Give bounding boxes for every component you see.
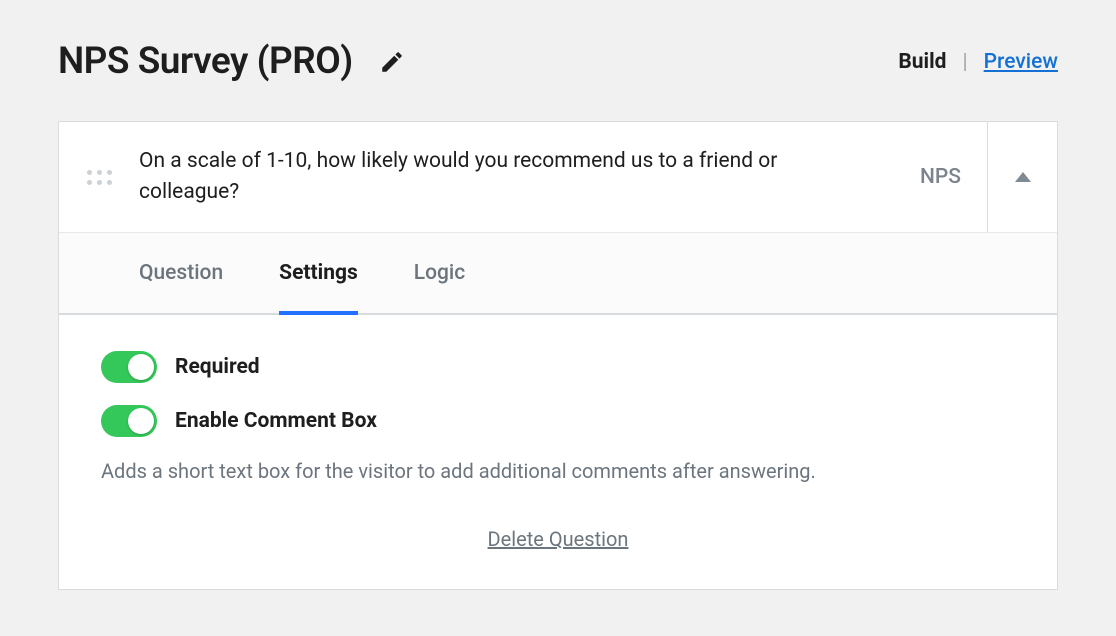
settings-panel: Required Enable Comment Box Adds a short… <box>59 315 1057 589</box>
question-header-row: On a scale of 1-10, how likely would you… <box>59 122 1057 232</box>
mode-build[interactable]: Build <box>898 50 946 74</box>
tab-question[interactable]: Question <box>139 233 223 315</box>
required-toggle[interactable] <box>101 351 157 383</box>
question-tabs: Question Settings Logic <box>59 232 1057 315</box>
page-header: NPS Survey (PRO) Build | Preview <box>58 40 1058 83</box>
required-row: Required <box>101 351 1015 383</box>
title-wrap: NPS Survey (PRO) <box>58 40 405 83</box>
tab-logic[interactable]: Logic <box>414 233 465 315</box>
drag-handle[interactable] <box>59 122 139 232</box>
required-label: Required <box>175 355 260 379</box>
drag-icon <box>87 170 112 185</box>
comment-toggle[interactable] <box>101 405 157 437</box>
edit-title-icon[interactable] <box>379 49 405 75</box>
comment-label: Enable Comment Box <box>175 409 377 433</box>
delete-question-link[interactable]: Delete Question <box>488 527 629 551</box>
question-type-label: NPS <box>894 122 987 232</box>
tab-settings[interactable]: Settings <box>279 233 358 315</box>
mode-divider: | <box>963 50 968 74</box>
survey-title: NPS Survey (PRO) <box>58 40 353 83</box>
comment-row: Enable Comment Box <box>101 405 1015 437</box>
chevron-up-icon <box>1015 172 1031 182</box>
mode-switch: Build | Preview <box>898 50 1058 74</box>
mode-preview[interactable]: Preview <box>984 50 1058 74</box>
collapse-toggle[interactable] <box>987 122 1057 232</box>
question-text: On a scale of 1-10, how likely would you… <box>139 122 894 232</box>
delete-row: Delete Question <box>101 527 1015 551</box>
question-card: On a scale of 1-10, how likely would you… <box>58 121 1058 590</box>
comment-hint: Adds a short text box for the visitor to… <box>101 459 1015 483</box>
